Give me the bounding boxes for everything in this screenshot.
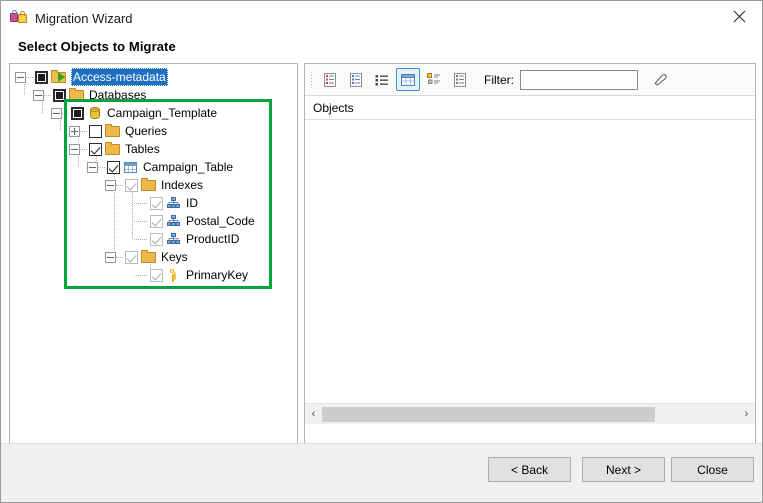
back-button[interactable]: < Back [488, 457, 571, 482]
object-tree-panel[interactable]: Access-metadata Databases Campaign_Templ… [9, 63, 298, 444]
checkbox-checked[interactable] [125, 250, 138, 264]
checkbox-checked[interactable] [150, 196, 163, 210]
scrollbar-track[interactable] [322, 404, 738, 424]
objects-panel: Filter: Objects ‹ › [304, 63, 756, 444]
expander-minus-icon[interactable] [15, 71, 26, 83]
scroll-right-arrow-icon[interactable]: › [738, 404, 755, 424]
index-icon [166, 231, 182, 247]
expander-minus-icon[interactable] [33, 89, 44, 101]
folder-arrow-icon [51, 69, 67, 85]
table-grid-icon [123, 159, 139, 175]
tree-node-access-metadata[interactable]: Access-metadata [10, 68, 297, 86]
dialog-footer: < Back Next > Close [1, 443, 762, 502]
expander-plus-icon[interactable] [69, 125, 80, 137]
checkbox-checked[interactable] [150, 232, 163, 246]
tree-node-product-id[interactable]: ProductID [10, 230, 297, 248]
tree-node-postal-code[interactable]: Postal_Code [10, 212, 297, 230]
detail-blue-view-icon[interactable] [344, 68, 368, 91]
tree-node-id[interactable]: ID [10, 194, 297, 212]
checkbox-checked[interactable] [125, 178, 138, 192]
index-icon [166, 213, 182, 229]
tree-node-campaign-table[interactable]: Campaign_Table [10, 158, 297, 176]
tree-node-label: Tables [125, 142, 160, 156]
folder-icon [105, 141, 121, 157]
tree-node-queries[interactable]: Queries [10, 122, 297, 140]
checkbox-checked[interactable] [150, 268, 163, 282]
objects-list-body[interactable]: ‹ › [305, 120, 755, 424]
grid-view-icon[interactable] [396, 68, 420, 91]
page-title: Select Objects to Migrate [18, 39, 176, 54]
toolbar-grip[interactable] [309, 71, 315, 88]
index-icon [166, 195, 182, 211]
checkbox-checked[interactable] [150, 214, 163, 228]
window-title: Migration Wizard [35, 10, 133, 26]
close-button[interactable]: Close [671, 457, 754, 482]
tree-node-tables[interactable]: Tables [10, 140, 297, 158]
scrollbar-thumb[interactable] [322, 406, 655, 422]
scroll-left-arrow-icon[interactable]: ‹ [305, 404, 322, 424]
tree-node-label: ProductID [186, 232, 240, 246]
tree-node-keys[interactable]: Keys [10, 248, 297, 266]
expander-minus-icon[interactable] [51, 107, 62, 119]
folder-icon [141, 177, 157, 193]
report-view-icon[interactable] [448, 68, 472, 91]
tree-node-label: Campaign_Table [143, 160, 234, 174]
filter-label: Filter: [484, 72, 514, 87]
checkbox-checked[interactable] [107, 160, 120, 174]
expander-minus-icon[interactable] [87, 161, 98, 173]
objects-toolbar: Filter: [305, 64, 755, 96]
tree-node-label: ID [186, 196, 198, 210]
object-tree: Access-metadata Databases Campaign_Templ… [10, 64, 297, 284]
horizontal-scrollbar[interactable]: ‹ › [305, 403, 755, 424]
tree-node-indexes[interactable]: Indexes [10, 176, 297, 194]
tree-node-label: Indexes [161, 178, 204, 192]
database-icon [87, 105, 103, 121]
expander-minus-icon[interactable] [105, 179, 116, 191]
checkbox-checked[interactable] [89, 142, 102, 156]
tree-node-label: Postal_Code [186, 214, 255, 228]
eraser-icon[interactable] [648, 69, 672, 91]
checkbox-unchecked[interactable] [89, 124, 102, 138]
close-icon[interactable] [716, 1, 762, 32]
tree-node-label: Campaign_Template [107, 106, 218, 120]
padlocks-icon [10, 9, 28, 27]
tree-node-databases[interactable]: Databases [10, 86, 297, 104]
tree-node-label: Databases [89, 88, 147, 102]
tree-view-icon[interactable] [422, 68, 446, 91]
expander-minus-icon[interactable] [105, 251, 116, 263]
tree-node-label: Queries [125, 124, 168, 138]
checkbox-partial[interactable] [71, 106, 84, 120]
list-view-icon[interactable] [370, 68, 394, 91]
tree-node-label: Keys [161, 250, 188, 264]
folder-icon [105, 123, 121, 139]
tree-node-label: PrimaryKey [186, 268, 249, 282]
key-icon [166, 267, 182, 283]
migration-wizard-dialog: Migration Wizard Select Objects to Migra… [0, 0, 763, 503]
folder-icon [141, 249, 157, 265]
title-bar: Migration Wizard [1, 1, 762, 35]
folder-icon [69, 87, 85, 103]
tree-node-primary-key[interactable]: PrimaryKey [10, 266, 297, 284]
tree-node-label: Access-metadata [71, 68, 168, 86]
checkbox-partial[interactable] [35, 70, 48, 84]
detail-red-view-icon[interactable] [318, 68, 342, 91]
filter-input[interactable] [520, 69, 638, 90]
expander-minus-icon[interactable] [69, 143, 80, 155]
column-header-label: Objects [313, 100, 354, 115]
next-button[interactable]: Next > [582, 457, 665, 482]
tree-node-campaign-template[interactable]: Campaign_Template [10, 104, 297, 122]
objects-column-header[interactable]: Objects [305, 96, 755, 120]
checkbox-partial[interactable] [53, 88, 66, 102]
